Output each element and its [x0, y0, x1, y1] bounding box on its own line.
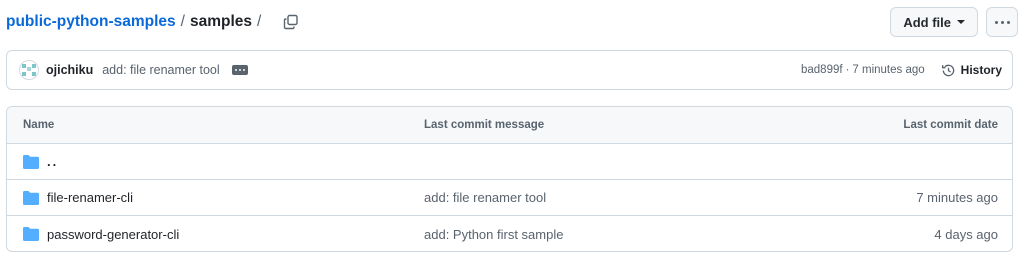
copy-icon — [284, 14, 299, 30]
repo-header: public-python-samples / samples / Add fi… — [6, 7, 1018, 37]
table-row[interactable]: file-renamer-cli add: file renamer tool … — [7, 180, 1012, 216]
top-actions: Add file — [890, 7, 1018, 37]
add-file-label: Add file — [903, 14, 951, 30]
commit-time: 7 minutes ago — [852, 64, 925, 76]
breadcrumb-repo-link[interactable]: public-python-samples — [6, 13, 176, 31]
avatar[interactable] — [19, 60, 39, 80]
breadcrumb: public-python-samples / samples / — [6, 13, 266, 31]
commit-meta: bad899f · 7 minutes ago History — [801, 63, 1002, 78]
add-file-button[interactable]: Add file — [890, 7, 978, 37]
latest-commit-box: ojichiku add: file renamer tool bad899f … — [6, 50, 1013, 90]
parent-directory-link[interactable]: .. — [47, 154, 58, 169]
header-date: Last commit date — [903, 119, 998, 131]
file-table: Name Last commit message Last commit dat… — [6, 106, 1013, 252]
chevron-down-icon — [957, 20, 965, 24]
expand-commit-button[interactable] — [231, 65, 248, 75]
commit-message[interactable]: add: file renamer tool — [102, 63, 219, 77]
avatar-icon — [22, 64, 36, 76]
copy-path-button[interactable] — [280, 11, 302, 33]
table-row[interactable]: password-generator-cli add: Python first… — [7, 216, 1012, 251]
folder-link[interactable]: file-renamer-cli — [47, 190, 133, 205]
row-commit-message[interactable]: add: Python first sample — [407, 227, 792, 242]
folder-link[interactable]: password-generator-cli — [47, 227, 179, 242]
commit-sha[interactable]: bad899f — [801, 64, 843, 76]
commit-meta-separator: · — [845, 64, 850, 76]
header-message: Last commit message — [424, 119, 545, 131]
breadcrumb-separator: / — [180, 13, 185, 30]
more-options-button[interactable] — [986, 7, 1018, 37]
table-header: Name Last commit message Last commit dat… — [7, 107, 1012, 144]
row-commit-date: 4 days ago — [934, 226, 998, 242]
table-row-parent[interactable]: .. — [7, 144, 1012, 180]
header-name: Name — [23, 119, 55, 131]
history-label: History — [960, 63, 1002, 77]
history-icon — [941, 64, 954, 76]
breadcrumb-trailing-separator: / — [257, 13, 262, 30]
history-button[interactable]: History — [941, 63, 1002, 78]
row-commit-message[interactable]: add: file renamer tool — [407, 190, 792, 205]
kebab-icon — [994, 20, 998, 24]
folder-icon — [23, 226, 39, 242]
folder-icon — [23, 154, 39, 170]
folder-icon — [23, 190, 39, 206]
commit-author[interactable]: ojichiku — [46, 63, 93, 77]
breadcrumb-current: samples — [189, 13, 253, 30]
row-commit-date: 7 minutes ago — [916, 190, 998, 205]
